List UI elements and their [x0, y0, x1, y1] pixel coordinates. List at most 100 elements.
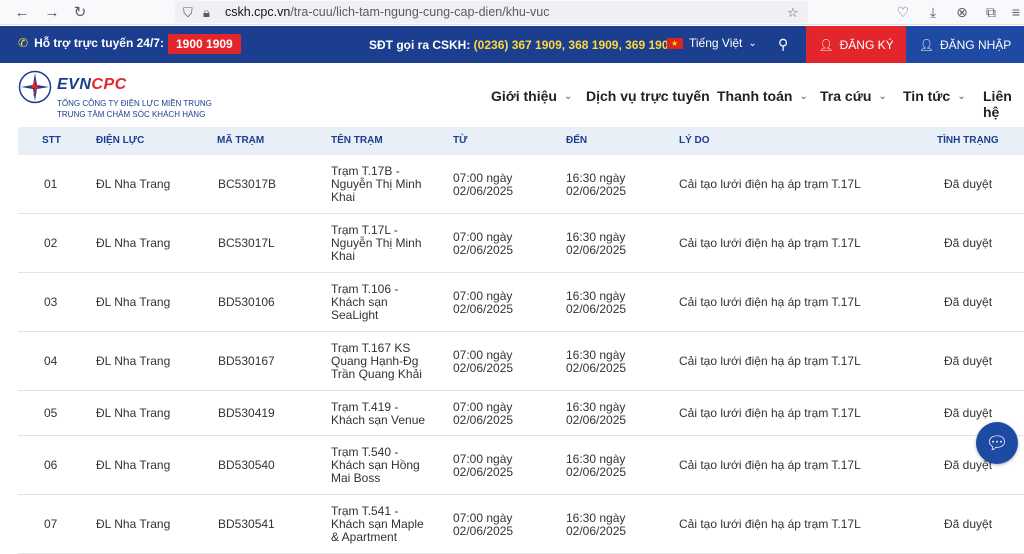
cskh-label: SĐT gọi ra CSKH: [369, 38, 474, 52]
chevron-down-icon: ⌄ [878, 90, 887, 102]
cell-den: 16:30 ngày 02/06/2025 [566, 400, 627, 427]
login-label: ĐĂNG NHẬP [939, 37, 1012, 52]
evn-logo-icon[interactable] [18, 70, 52, 104]
menu-label: Dịch vụ trực tuyến [586, 88, 710, 104]
cell-ly-do: Cải tạo lưới điện hạ áp trạm T.17L [679, 177, 861, 191]
cskh-numbers: (0236) 367 1909, 368 1909, 369 1909 [473, 38, 676, 52]
menu-gioi-thieu[interactable]: Giới thiệu ⌄ [491, 88, 572, 104]
cell-ten-tram-line: Khai [331, 249, 356, 263]
cell-ly-do: Cải tạo lưới điện hạ áp trạm T.17L [679, 406, 861, 420]
extension-close-icon[interactable]: ⊗ [954, 4, 970, 20]
cell-ma-tram: BD530540 [218, 458, 275, 472]
cell-tinh-trang: Đã duyệt [944, 177, 993, 191]
cell-tinh-trang: Đã duyệt [944, 458, 993, 472]
logo-cpc: CPC [91, 76, 127, 93]
cell-den-line: 02/06/2025 [566, 183, 627, 198]
site-header: EVNCPC TỔNG CÔNG TY ĐIỆN LỰC MIỀN TRUNG … [0, 63, 1024, 127]
logo-evn: EVN [57, 76, 92, 93]
cell-ma-tram: BD530541 [218, 517, 275, 531]
table-body: 01 ĐL Nha Trang BC53017B Trạm T.17B - Nguyễn… [18, 155, 1024, 554]
url-host: cskh.cpc.vn [225, 5, 291, 19]
table-row: 04 ĐL Nha Trang BD530167 Trạm T.167 KS Quang… [18, 332, 1024, 391]
cell-ten-tram: Trạm T.541 - Khách sạn Maple & Apartment [331, 505, 424, 544]
support-info: ✆ Hỗ trợ trực tuyến 24/7: [18, 36, 164, 50]
chevron-down-icon: ⌄ [957, 90, 966, 102]
cell-den: 16:30 ngày 02/06/2025 [566, 348, 627, 375]
cell-stt: 05 [44, 406, 58, 420]
browser-toolbar: ← → ↻ ⛉ 🔒︎ cskh.cpc.vn/tra-cuu/lich-tam-… [0, 0, 1024, 25]
cell-tinh-trang: Đã duyệt [944, 236, 993, 250]
language-select[interactable]: Tiếng Việt ⌄ [667, 36, 757, 50]
menu-thanh-toan[interactable]: Thanh toán ⌄ [717, 88, 808, 104]
chat-support-icon[interactable]: 💬︎ [976, 422, 1018, 464]
pocket-icon[interactable]: ♡ [895, 4, 911, 20]
download-icon[interactable]: ⤓ [925, 4, 941, 20]
cell-ten-tram-line: Mai Boss [331, 471, 381, 485]
chevron-down-icon: ⌄ [748, 37, 757, 49]
cell-stt: 01 [44, 177, 58, 191]
logo-wordmark[interactable]: EVNCPC [57, 76, 127, 94]
search-icon[interactable]: ⚲ [778, 36, 788, 53]
cell-den-line: 02/06/2025 [566, 412, 627, 427]
menu-label: Giới thiệu [491, 88, 557, 104]
cell-den-line: 02/06/2025 [566, 360, 627, 375]
cell-dien-luc: ĐL Nha Trang [96, 406, 171, 420]
address-bar[interactable]: ⛉ 🔒︎ cskh.cpc.vn/tra-cuu/lich-tam-ngung-… [175, 1, 808, 23]
cell-ma-tram: BC53017L [218, 236, 275, 250]
cell-ten-tram-line: Trạm T.419 - [331, 399, 399, 414]
cell-stt: 03 [44, 295, 58, 309]
th-dien-luc: ĐIỆN LỰC [96, 135, 145, 146]
cell-tinh-trang: Đã duyệt [944, 517, 993, 531]
menu-label: Thanh toán [717, 88, 793, 104]
cell-stt: 04 [44, 354, 58, 368]
hotline-button[interactable]: 1900 1909 [168, 34, 241, 54]
cell-ly-do: Cải tạo lưới điện hạ áp trạm T.17L [679, 517, 861, 531]
cell-tu: 07:00 ngày 02/06/2025 [453, 452, 513, 479]
th-tu: TỪ [453, 135, 468, 146]
table-row: 02 ĐL Nha Trang BC53017L Trạm T.17L - Nguyễn… [18, 214, 1024, 273]
register-label: ĐĂNG KÝ [839, 37, 894, 52]
cell-den: 16:30 ngày 02/06/2025 [566, 171, 627, 198]
forward-icon[interactable]: → [44, 4, 60, 21]
menu-dich-vu[interactable]: Dịch vụ trực tuyến [586, 88, 710, 104]
register-button[interactable]: 👤︎ ĐĂNG KÝ [806, 26, 906, 63]
table-row: 06 ĐL Nha Trang BD530540 Trạm T.540 - Khách … [18, 436, 1024, 495]
top-contact-bar: ✆ Hỗ trợ trực tuyến 24/7: 1900 1909 SĐT … [0, 26, 1024, 63]
menu-tin-tuc[interactable]: Tin tức ⌄ [903, 88, 966, 104]
menu-icon[interactable]: ≡ [1008, 4, 1024, 20]
cell-ly-do: Cải tạo lưới điện hạ áp trạm T.17L [679, 236, 861, 250]
back-icon[interactable]: ← [14, 4, 30, 21]
shield-icon[interactable]: ⛉ [183, 5, 193, 21]
login-button[interactable]: 👤︎ ĐĂNG NHẬP [906, 26, 1024, 63]
cell-tu: 07:00 ngày 02/06/2025 [453, 400, 513, 427]
url-text[interactable]: cskh.cpc.vn/tra-cuu/lich-tam-ngung-cung-… [225, 5, 549, 19]
table-row: 03 ĐL Nha Trang BD530106 Trạm T.106 - Khách … [18, 273, 1024, 332]
cell-ten-tram: Trạm T.17B - Nguyễn Thị Minh Khai [331, 165, 422, 204]
cell-tu-line: 02/06/2025 [453, 242, 514, 257]
menu-tra-cuu[interactable]: Tra cứu ⌄ [820, 88, 887, 104]
table-row: 05 ĐL Nha Trang BD530419 Trạm T.419 - Khách … [18, 391, 1024, 436]
table-header: STT ĐIỆN LỰC MÃ TRẠM TÊN TRẠM TỪ ĐẾN LÝ … [18, 127, 1024, 155]
cell-den-line: 02/06/2025 [566, 464, 627, 479]
extensions-icon[interactable]: ⧉ [983, 4, 999, 20]
bookmark-star-icon[interactable]: ☆ [787, 5, 799, 21]
cell-dien-luc: ĐL Nha Trang [96, 295, 171, 309]
cell-tu: 07:00 ngày 02/06/2025 [453, 289, 513, 316]
th-ten-tram: TÊN TRẠM [331, 135, 383, 146]
cell-ten-tram-line: SeaLight [331, 308, 379, 322]
phone-icon: ✆ [18, 36, 29, 50]
cell-tu-line: 02/06/2025 [453, 360, 514, 375]
cell-ten-tram: Trạm T.167 KS Quang Hạnh-Đg Trần Quang Khả… [331, 342, 422, 381]
cell-dien-luc: ĐL Nha Trang [96, 458, 171, 472]
menu-lien-he[interactable]: Liên hệ [983, 88, 1024, 120]
cell-tu: 07:00 ngày 02/06/2025 [453, 511, 514, 538]
cell-tinh-trang: Đã duyệt [944, 295, 993, 309]
reload-icon[interactable]: ↻ [72, 4, 88, 21]
lock-icon[interactable]: 🔒︎ [203, 5, 210, 21]
cell-tu-line: 02/06/2025 [453, 523, 514, 538]
cell-den: 16:30 ngày 02/06/2025 [566, 289, 626, 316]
th-stt: STT [42, 135, 61, 146]
cell-ten-tram: Trạm T.419 - Khách sạn Venue [331, 399, 425, 427]
language-label: Tiếng Việt [689, 36, 743, 50]
cell-tu: 07:00 ngày 02/06/2025 [453, 230, 514, 257]
